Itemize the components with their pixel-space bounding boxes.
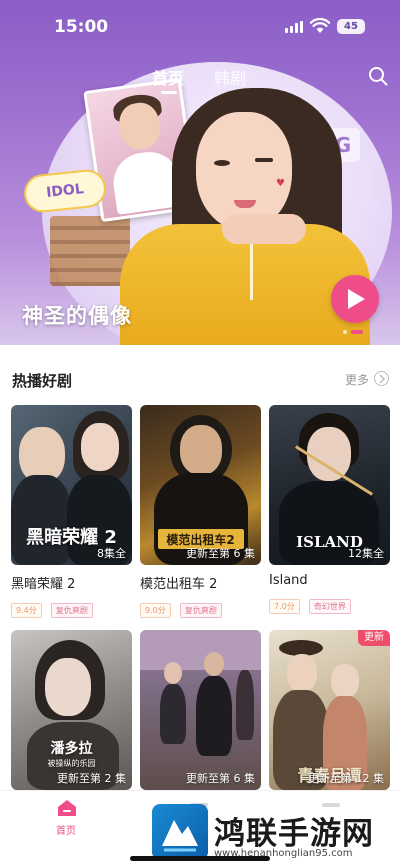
drama-card[interactable]: ISLAND 12集全 Island 7.0分 奇幻世界 bbox=[269, 405, 390, 614]
battery-icon: 45 bbox=[337, 19, 365, 34]
drama-card[interactable]: 青春月谭 更新至第 12 集 更新 bbox=[269, 630, 390, 790]
genre-tag: 奇幻世界 bbox=[308, 599, 351, 614]
episode-count: 更新至第 6 集 bbox=[186, 547, 255, 560]
play-button[interactable] bbox=[331, 275, 379, 323]
carousel-dot bbox=[343, 330, 347, 334]
drama-tags: 7.0分 奇幻世界 bbox=[269, 594, 390, 614]
new-badge: 更新 bbox=[358, 630, 390, 646]
heart-icon: ♥ bbox=[276, 178, 285, 189]
watermark-text: 鸿联手游网 bbox=[214, 816, 374, 852]
drama-poster[interactable]: 黑暗荣耀 2 8集全 bbox=[11, 405, 132, 565]
chevron-right-icon[interactable] bbox=[374, 371, 389, 386]
poster-subtitle: 被操纵的乐园 bbox=[47, 759, 96, 768]
poster-title: 潘多拉 bbox=[50, 741, 93, 757]
top-tabs: 首页 韩剧 bbox=[0, 65, 400, 94]
drama-tags: 9.4分 复仇爽剧 bbox=[11, 598, 132, 618]
section-title: 热播好剧 bbox=[12, 372, 73, 390]
episode-count: 8集全 bbox=[97, 547, 126, 560]
drama-card[interactable]: 潘多拉 被操纵的乐园 更新至第 2 集 bbox=[11, 630, 132, 790]
genre-tag: 复仇爽剧 bbox=[179, 603, 222, 618]
home-icon[interactable] bbox=[56, 799, 78, 817]
play-icon bbox=[348, 289, 365, 309]
drama-card[interactable]: 黑暗荣耀 2 8集全 黑暗荣耀 2 9.4分 复仇爽剧 bbox=[11, 405, 132, 618]
wifi-icon bbox=[310, 18, 330, 33]
score-badge: 7.0分 bbox=[269, 599, 300, 614]
hero-bench-illustration bbox=[50, 216, 130, 286]
status-time: 15:00 bbox=[54, 17, 109, 37]
episode-count: 更新至第 2 集 bbox=[57, 772, 126, 785]
drama-name: 模范出租车 2 bbox=[140, 577, 218, 592]
drama-poster[interactable]: 潘多拉 被操纵的乐园 更新至第 2 集 bbox=[11, 630, 132, 790]
drama-card[interactable]: 模范出租车2 更新至第 6 集 模范出租车 2 9.0分 复仇爽剧 bbox=[140, 405, 261, 618]
drama-poster[interactable]: ISLAND 12集全 bbox=[269, 405, 390, 565]
tab-korean-drama[interactable]: 韩剧 bbox=[214, 65, 246, 89]
hero-banner[interactable]: IDOL G ♥ 15:00 45 首页 韩剧 神圣的偶像 bbox=[0, 0, 400, 345]
watermark-logo bbox=[152, 804, 208, 860]
drama-poster[interactable]: 青春月谭 更新至第 12 集 更新 bbox=[269, 630, 390, 790]
drama-poster[interactable]: 更新至第 6 集 bbox=[140, 630, 261, 790]
score-badge: 9.0分 bbox=[140, 603, 171, 618]
drama-poster[interactable]: 模范出租车2 更新至第 6 集 bbox=[140, 405, 261, 565]
home-indicator bbox=[130, 856, 270, 861]
hero-character-face bbox=[196, 112, 292, 230]
carousel-dot-active bbox=[351, 330, 363, 334]
episode-count: 更新至第 12 集 bbox=[308, 772, 384, 785]
more-link[interactable]: 更多 bbox=[345, 371, 369, 388]
drama-name: Island bbox=[269, 573, 308, 588]
active-tab-indicator bbox=[161, 91, 177, 94]
signal-icon bbox=[285, 21, 305, 33]
drama-card[interactable]: 更新至第 6 集 bbox=[140, 630, 261, 790]
status-bar: 15:00 45 bbox=[0, 0, 400, 52]
hero-title[interactable]: 神圣的偶像 bbox=[22, 300, 132, 330]
score-badge: 9.4分 bbox=[11, 603, 42, 618]
genre-tag: 复仇爽剧 bbox=[50, 603, 93, 618]
nav-home-label[interactable]: 首页 bbox=[56, 822, 76, 837]
carousel-indicator bbox=[343, 330, 367, 334]
episode-count: 12集全 bbox=[348, 547, 384, 560]
episode-count: 更新至第 6 集 bbox=[186, 772, 255, 785]
tab-home[interactable]: 首页 bbox=[152, 65, 184, 89]
search-icon[interactable] bbox=[368, 66, 388, 86]
drama-name: 黑暗荣耀 2 bbox=[11, 577, 76, 592]
drama-tags: 9.0分 复仇爽剧 bbox=[140, 598, 261, 618]
